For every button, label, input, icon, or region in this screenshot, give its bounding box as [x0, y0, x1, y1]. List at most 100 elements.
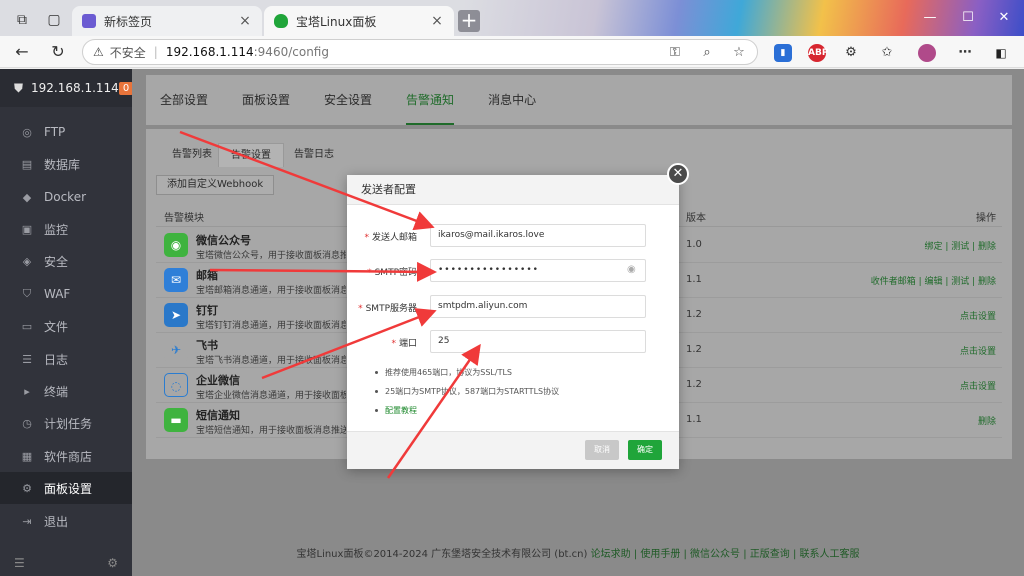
terminal-icon: ▸ [24, 384, 30, 398]
sidebar-item-waf[interactable]: ⛉ WAF [0, 278, 132, 310]
sidebar-item-label: 终端 [44, 384, 69, 399]
sidebar-item-label: Docker [44, 190, 87, 204]
sender-email-label: * 发送人邮箱 [364, 233, 417, 243]
dialog-close-icon[interactable]: ✕ [667, 163, 689, 185]
sidebar-toggle-icon[interactable]: ◧ [992, 44, 1010, 62]
sidebar-item-label: 监控 [44, 222, 69, 237]
sidebar-item-terminal[interactable]: ▸ 终端 [0, 375, 132, 407]
docker-icon: ◆ [22, 190, 32, 204]
sidebar-item-app-store[interactable]: ▦ 软件商店 [0, 440, 132, 472]
tab-panel-settings[interactable]: 面板设置 [242, 75, 290, 125]
close-tab-icon[interactable]: × [430, 13, 444, 29]
column-module: 告警模块 [164, 213, 204, 224]
clock-icon: ◷ [22, 416, 32, 430]
subtab-alert-logs[interactable]: 告警日志 [282, 143, 346, 167]
required-mark: * [364, 233, 369, 243]
adblock-icon[interactable]: ABP [808, 44, 828, 62]
sidebar-item-panel-settings[interactable]: ⚙ 面板设置 [0, 472, 132, 504]
sidebar-item-security[interactable]: ◈ 安全 [0, 245, 132, 277]
tab-alert-notification[interactable]: 告警通知 [406, 75, 455, 125]
logout-icon: ⇥ [22, 514, 32, 528]
collapse-sidebar-icon[interactable]: ☰ [14, 556, 25, 570]
sidebar-item-label: 计划任务 [44, 416, 93, 431]
sidebar: ⛊ 192.168.1.114 0 ◎ FTP ▤ 数据库 ◆ Docker ▣ 监控 … [0, 69, 134, 576]
address-separator: | [153, 45, 158, 59]
add-webhook-button[interactable]: 添加自定义Webhook [156, 175, 275, 195]
folder-icon: ▭ [21, 319, 33, 333]
sidebar-item-ftp[interactable]: ◎ FTP [0, 116, 132, 148]
page-footer: 宝塔Linux面板©2014-2024 广东堡塔安全技术有限公司 (bt.cn)… [132, 540, 1024, 570]
cancel-button[interactable]: 取消 [585, 440, 619, 460]
extension-bookmark-icon[interactable]: ▮ [774, 44, 792, 62]
tab-label: 新标签页 [104, 14, 153, 29]
subtab-alert-list[interactable]: 告警列表 [160, 143, 224, 167]
dingtalk-icon: ➤ [164, 303, 188, 327]
sidebar-item-logs[interactable]: ☰ 日志 [0, 343, 132, 375]
port-input[interactable]: 25 [430, 330, 646, 353]
close-tab-icon[interactable]: × [238, 13, 252, 29]
zoom-icon[interactable]: ⌕ [699, 45, 715, 61]
row-version: 1.0 [686, 239, 702, 250]
smtp-password-input[interactable]: •••••••••••••••• [430, 259, 646, 282]
tab-all-settings[interactable]: 全部设置 [160, 75, 208, 125]
close-window-icon[interactable]: ✕ [990, 8, 1018, 28]
config-tutorial-link[interactable]: 配置教程 [375, 401, 559, 420]
row-name: 邮箱 [196, 269, 218, 282]
tab-message-center[interactable]: 消息中心 [488, 75, 536, 125]
smtp-server-label: * SMTP服务器 [358, 304, 417, 314]
row-actions[interactable]: 点击设置 [960, 379, 996, 392]
favorites-icon[interactable]: ✩ [878, 44, 896, 62]
sidebar-item-docker[interactable]: ◆ Docker [0, 181, 132, 213]
footer-links[interactable]: 论坛求助 | 使用手册 | 微信公众号 | 正版查询 | 联系人工客服 [591, 549, 860, 560]
tab-actions-icon[interactable]: ▢ [46, 12, 62, 28]
row-name: 微信公众号 [196, 234, 251, 247]
row-version: 1.2 [686, 379, 702, 390]
more-menu-icon[interactable]: ⋯ [956, 44, 974, 62]
back-icon[interactable]: ← [12, 42, 32, 62]
feishu-icon: ✈ [164, 338, 188, 362]
row-actions[interactable]: 删除 [978, 414, 996, 427]
database-icon: ▤ [21, 157, 33, 171]
store-icon: ▦ [21, 449, 33, 463]
sidebar-item-database[interactable]: ▤ 数据库 [0, 148, 132, 180]
smtp-server-input[interactable]: smtpdm.aliyun.com [430, 295, 646, 318]
workspaces-icon[interactable]: ⧉ [14, 12, 30, 28]
show-password-eye-icon[interactable]: ◉ [627, 264, 636, 275]
server-ip: 192.168.1.114 [31, 81, 119, 95]
tab-new-tab[interactable]: 新标签页 × [72, 6, 262, 36]
profile-avatar-icon[interactable] [918, 44, 936, 62]
sidebar-item-label: 数据库 [44, 157, 81, 172]
config-tips: 推荐使用465端口，协议为SSL/TLS 25端口为SMTP协议，587端口为S… [375, 363, 559, 420]
tab-baota-panel[interactable]: 宝塔Linux面板 × [264, 6, 454, 36]
row-actions[interactable]: 点击设置 [960, 309, 996, 322]
row-description: 宝塔钉钉消息通道，用于接收面板消息推送 [196, 321, 346, 331]
new-tab-button[interactable]: + [458, 10, 480, 32]
monitor-icon: ▣ [21, 222, 33, 236]
tab-security-settings[interactable]: 安全设置 [324, 75, 372, 125]
waf-shield-icon: ⛉ [22, 287, 32, 300]
address-bar[interactable]: ⚠ 不安全 | 192.168.1.114:9460/config ⚿ ⌕ ☆ [82, 39, 758, 65]
extensions-icon[interactable]: ⚙ [842, 44, 860, 62]
sidebar-item-logout[interactable]: ⇥ 退出 [0, 505, 132, 537]
subtab-alert-settings[interactable]: 告警设置 [218, 143, 284, 167]
maximize-icon[interactable]: ☐ [954, 8, 982, 28]
sidebar-item-files[interactable]: ▭ 文件 [0, 310, 132, 342]
dialog-title: 发送者配置 [347, 175, 679, 205]
row-actions[interactable]: 收件者邮箱 | 编辑 | 测试 | 删除 [871, 274, 996, 287]
row-actions[interactable]: 点击设置 [960, 344, 996, 357]
smtp-server-row: * SMTP服务器 smtpdm.aliyun.com [347, 295, 679, 319]
port-label: * 端口 [391, 339, 417, 349]
favorite-star-icon[interactable]: ☆ [731, 45, 747, 61]
sidebar-item-label: 面板设置 [44, 481, 93, 496]
sidebar-item-cron[interactable]: ◷ 计划任务 [0, 407, 132, 439]
refresh-icon[interactable]: ↻ [48, 42, 68, 62]
confirm-button[interactable]: 确定 [628, 440, 662, 460]
sender-email-input[interactable]: ikaros@mail.ikaros.love [430, 224, 646, 247]
settings-tabs: 全部设置 面板设置 安全设置 告警通知 消息中心 [146, 75, 1012, 125]
tab-label: 宝塔Linux面板 [296, 14, 377, 29]
key-icon[interactable]: ⚿ [667, 45, 683, 61]
minimize-icon[interactable]: — [916, 8, 944, 28]
row-actions[interactable]: 绑定 | 测试 | 删除 [924, 239, 996, 252]
sidebar-item-monitor[interactable]: ▣ 监控 [0, 213, 132, 245]
sidebar-settings-icon[interactable]: ⚙ [107, 556, 118, 570]
